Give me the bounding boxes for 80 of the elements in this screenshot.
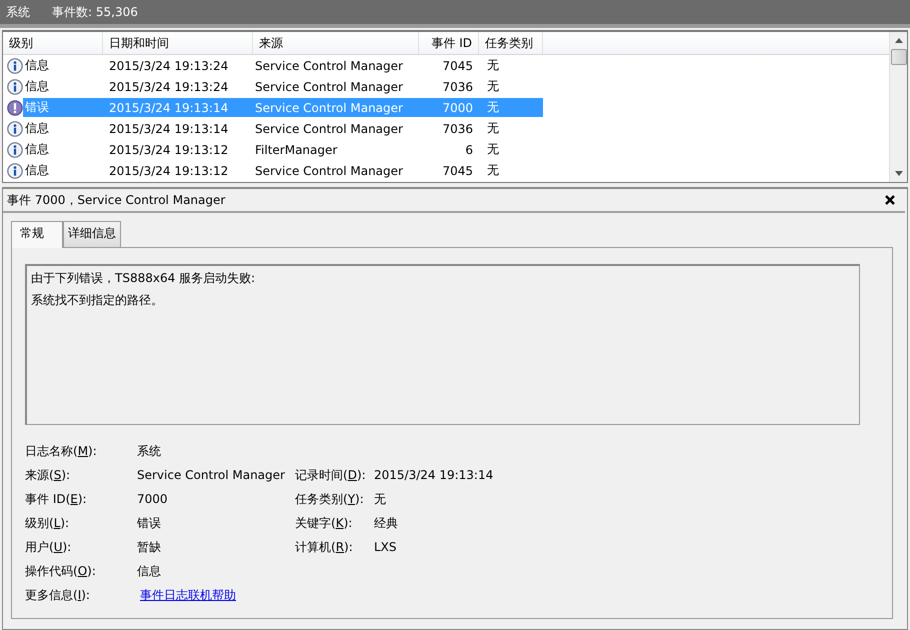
- field-label: 事件 ID(E):: [25, 491, 88, 507]
- info-icon: [7, 120, 23, 136]
- date-cell-text: 2015/3/24 19:13:24: [108, 80, 230, 94]
- date-cell-text: 2015/3/24 19:13:12: [108, 164, 230, 178]
- field-value: 系统: [137, 443, 162, 459]
- event-title: 事件 7000，Service Control Manager: [7, 192, 226, 208]
- level-cell-text: 信息: [24, 162, 50, 179]
- scrollbar[interactable]: [889, 32, 907, 182]
- source-cell-text: Service Control Manager: [254, 122, 404, 136]
- event-id-cell-text: 7000: [441, 100, 474, 114]
- event-row[interactable]: 信息 2015/3/24 19:13:24 Service Control Manager 7036 无: [23, 77, 543, 96]
- column-header[interactable]: 级别: [3, 32, 103, 54]
- field-value: LXS: [374, 539, 398, 555]
- date-cell-text: 2015/3/24 19:13:14: [108, 100, 230, 114]
- info-icon: [7, 78, 23, 94]
- event-row[interactable]: 信息 2015/3/24 19:13:12 FilterManager 6 无: [23, 140, 543, 159]
- field-value: 经典: [374, 515, 399, 531]
- scroll-down-icon[interactable]: [894, 171, 902, 176]
- field-value: 无: [374, 491, 387, 507]
- message-line: 由于下列错误，TS888x64 服务启动失败:: [31, 270, 256, 287]
- source-cell-text: Service Control Manager: [254, 164, 404, 178]
- event-id-cell-text: 7036: [441, 122, 474, 136]
- info-icon: [7, 162, 23, 178]
- field-label: 操作代码(O):: [25, 563, 97, 579]
- event-id-cell-text: 7036: [441, 80, 474, 94]
- event-row[interactable]: 信息 2015/3/24 19:13:14 Service Control Manager 7036 无: [23, 119, 543, 138]
- source-cell-text: Service Control Manager: [254, 100, 404, 114]
- event-id-cell-text: 7045: [441, 58, 474, 72]
- tab[interactable]: 常规: [11, 221, 63, 248]
- help-link[interactable]: 事件日志联机帮助: [140, 588, 236, 602]
- column-header[interactable]: 事件 ID: [419, 32, 479, 54]
- field-value: Service Control Manager: [137, 467, 286, 483]
- source-cell-text: FilterManager: [254, 142, 338, 156]
- event-id-cell-text: 7045: [441, 164, 474, 178]
- scroll-up-icon[interactable]: [894, 38, 902, 43]
- task-category-cell-text: 无: [486, 57, 500, 74]
- field-label: 更多信息(I):: [25, 587, 91, 603]
- field-label: 日志名称(M):: [25, 443, 98, 459]
- level-cell-text: 信息: [24, 78, 50, 95]
- field-label: 任务类别(Y):: [295, 491, 365, 507]
- scroll-thumb[interactable]: [890, 49, 906, 65]
- date-cell-text: 2015/3/24 19:13:12: [108, 142, 230, 156]
- level-cell-text: 错误: [24, 99, 50, 116]
- tab[interactable]: 详细信息: [63, 221, 121, 247]
- task-category-cell-text: 无: [486, 141, 500, 158]
- level-cell-text: 信息: [24, 57, 50, 74]
- date-cell-text: 2015/3/24 19:13:14: [108, 122, 230, 136]
- error-icon: [7, 100, 23, 116]
- field-label: 计算机(R):: [295, 539, 354, 555]
- field-value: 错误: [137, 515, 162, 531]
- level-cell-text: 信息: [24, 120, 50, 137]
- field-label: 记录时间(D):: [295, 467, 367, 483]
- field-label: 级别(L):: [25, 515, 70, 531]
- event-row[interactable]: 信息 2015/3/24 19:13:12 Service Control Manager 7045 无: [23, 161, 543, 180]
- log-title: 系统: [6, 4, 30, 20]
- field-label: 来源(S):: [25, 467, 72, 483]
- task-category-cell-text: 无: [486, 162, 500, 179]
- column-header[interactable]: 日期和时间: [103, 32, 253, 54]
- field-label: 关键字(K):: [295, 515, 354, 531]
- column-header[interactable]: 任务类别: [479, 32, 543, 54]
- source-cell-text: Service Control Manager: [254, 58, 404, 72]
- source-cell-text: Service Control Manager: [254, 80, 404, 94]
- field-value: 2015/3/24 19:13:14: [374, 467, 494, 483]
- task-category-cell-text: 无: [486, 99, 500, 116]
- message-line: 系统找不到指定的路径。: [31, 292, 164, 309]
- info-icon: [7, 142, 23, 158]
- task-category-cell-text: 无: [486, 78, 500, 95]
- info-icon: [7, 58, 23, 74]
- field-value: 暂缺: [137, 539, 162, 555]
- event-count: 事件数: 55,306: [52, 4, 138, 20]
- field-value: 信息: [137, 563, 162, 579]
- column-header[interactable]: 来源: [253, 32, 419, 54]
- date-cell-text: 2015/3/24 19:13:24: [108, 58, 230, 72]
- field-label: 用户(U):: [25, 539, 72, 555]
- field-value: 7000: [137, 491, 169, 507]
- event-row[interactable]: 信息 2015/3/24 19:13:24 Service Control Manager 7045 无: [23, 56, 543, 75]
- level-cell-text: 信息: [24, 141, 50, 158]
- event-id-cell-text: 6: [464, 142, 474, 156]
- task-category-cell-text: 无: [486, 120, 500, 137]
- close-icon[interactable]: [885, 195, 895, 205]
